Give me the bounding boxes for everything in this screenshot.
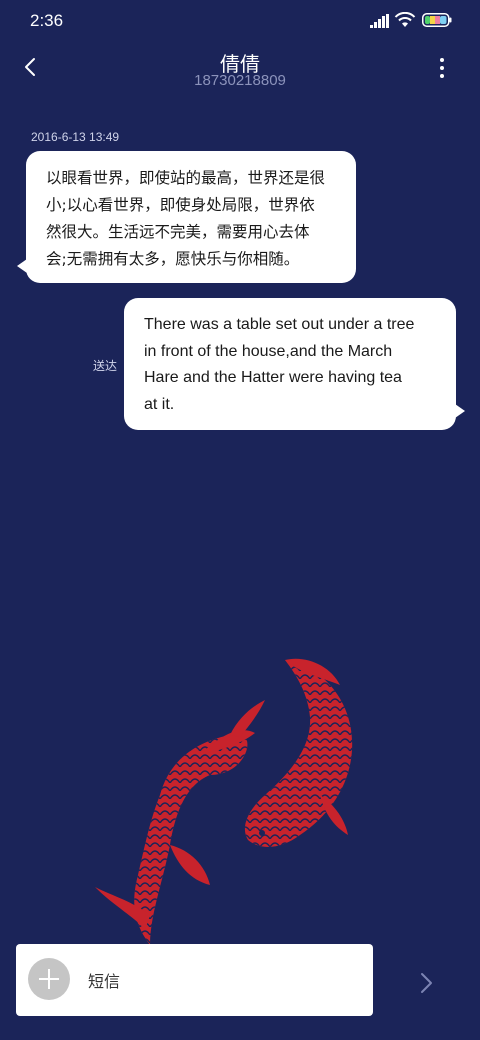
chevron-right-icon[interactable] <box>414 970 438 996</box>
message-timestamp: 2016-6-13 13:49 <box>31 130 120 144</box>
message-input[interactable] <box>88 968 358 994</box>
incoming-message-bubble[interactable]: 以眼看世界，即使站的最高，世界还是很 小;以心看世界，即使身处局限，世界依 然很… <box>17 151 356 283</box>
message-composer <box>16 944 373 1016</box>
signal-icon <box>370 14 389 28</box>
wifi-icon <box>394 12 416 27</box>
right-koi <box>244 658 353 847</box>
bubble-tail <box>455 404 465 418</box>
message-line: Hare and the Hatter were having tea <box>144 369 402 386</box>
conversation-header: 倩倩 18730218809 <box>0 42 480 102</box>
message-line: in front of the house,and the March <box>144 342 393 360</box>
message-line: 以眼看世界，即使站的最高，世界还是很 <box>46 169 326 187</box>
koi-fish-wallpaper <box>95 658 353 945</box>
message-line: There was a table set out under a tree <box>144 316 415 333</box>
contact-number: 18730218809 <box>194 72 286 89</box>
plus-icon[interactable] <box>28 958 70 1000</box>
delivery-status: 送达 <box>93 359 118 373</box>
status-bar: 2:36 <box>0 0 480 42</box>
message-line: at it. <box>144 395 175 413</box>
left-koi <box>95 700 265 945</box>
status-time: 2:36 <box>30 11 64 30</box>
battery-icon <box>422 13 452 27</box>
sms-conversation-screen: 2:36 倩倩 18730218809 2016-6-13 13:49 以眼看世… <box>0 0 480 1040</box>
message-line: 小;以心看世界，即使身处局限，世界依 <box>46 196 315 214</box>
bubble-tail <box>17 259 27 273</box>
outgoing-message-bubble[interactable]: There was a table set out under a tree i… <box>124 298 465 430</box>
message-line: 然很大。生活远不完美，需要用心去体 <box>46 223 310 241</box>
more-vertical-icon[interactable] <box>430 56 454 80</box>
message-line: 会;无需拥有太多，愿快乐与你相随。 <box>46 250 300 268</box>
